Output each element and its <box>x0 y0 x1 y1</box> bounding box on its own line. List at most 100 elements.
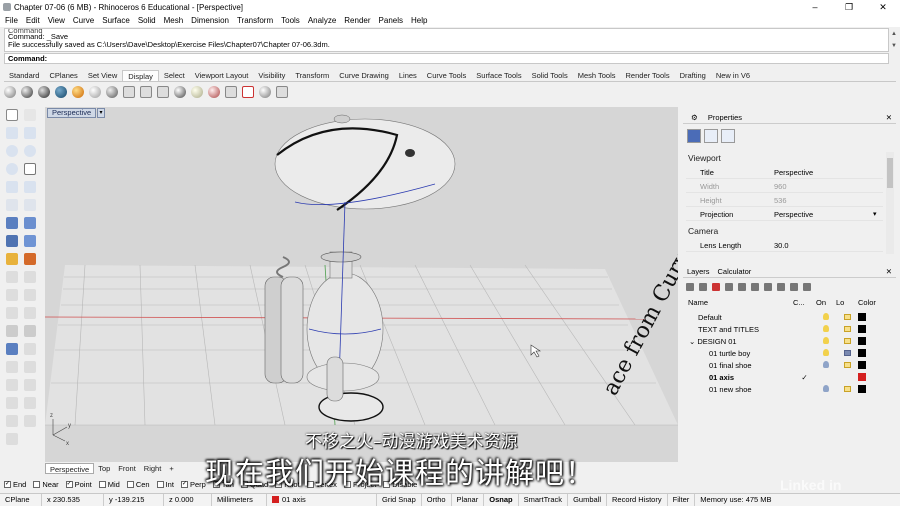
edges-icon[interactable] <box>225 85 237 98</box>
close-panel-icon[interactable]: ✕ <box>882 267 896 276</box>
menu-help[interactable]: Help <box>411 16 427 25</box>
join-icon[interactable] <box>6 325 18 337</box>
perspective-viewport[interactable]: ace from Curve Network y z x Perspective… <box>45 107 678 462</box>
menu-view[interactable]: View <box>48 16 65 25</box>
menu-surface[interactable]: Surface <box>102 16 130 25</box>
offset-icon[interactable] <box>24 361 36 373</box>
current-layer-check-icon[interactable]: ✓ <box>793 373 816 382</box>
lock-icon[interactable] <box>843 361 851 368</box>
tab-lines[interactable]: Lines <box>394 70 422 81</box>
tab-drafting[interactable]: Drafting <box>675 70 711 81</box>
osnap-checkbox[interactable] <box>126 481 134 488</box>
tab-curve-drawing[interactable]: Curve Drawing <box>334 70 394 81</box>
layer-color-swatch[interactable] <box>858 361 866 369</box>
menu-file[interactable]: File <box>5 16 18 25</box>
color-sphere-icon[interactable] <box>208 85 220 98</box>
tab-standard[interactable]: Standard <box>4 70 44 81</box>
osnap-checkbox[interactable]: ✓ <box>180 481 188 488</box>
col-lock[interactable]: Lo <box>836 298 858 307</box>
surface-corner-icon[interactable] <box>6 199 18 211</box>
layer-row-01-new-shoe[interactable]: 01 new shoe <box>686 383 886 395</box>
menu-mesh[interactable]: Mesh <box>164 16 184 25</box>
explode-icon[interactable] <box>24 325 36 337</box>
menu-panels[interactable]: Panels <box>379 16 403 25</box>
viewport-tab-right[interactable]: Right <box>140 463 166 474</box>
array-icon[interactable] <box>24 307 36 319</box>
layer-row-01-turtle-boy[interactable]: 01 turtle boy <box>686 347 886 359</box>
delete-layer-icon[interactable] <box>712 283 720 291</box>
fillet-icon[interactable] <box>6 379 18 391</box>
col-current[interactable]: C... <box>793 298 816 307</box>
maximize-button[interactable]: ❐ <box>832 2 866 13</box>
check-icon[interactable] <box>24 397 36 409</box>
mesh-icon[interactable] <box>6 253 18 265</box>
lock-icon[interactable] <box>843 337 851 344</box>
menu-analyze[interactable]: Analyze <box>308 16 336 25</box>
pen-sphere-icon[interactable] <box>89 85 101 98</box>
dimension-icon[interactable] <box>24 271 36 283</box>
close-panel-icon[interactable]: ✕ <box>882 113 896 122</box>
viewport-title[interactable]: Perspective <box>47 108 97 118</box>
status-units[interactable]: Millimeters <box>212 493 267 506</box>
chevron-down-icon[interactable]: ▾ <box>873 210 883 218</box>
tab-display[interactable]: Display <box>122 70 159 81</box>
layer-color-swatch[interactable] <box>858 337 866 345</box>
menu-curve[interactable]: Curve <box>73 16 94 25</box>
technical-sphere-icon[interactable] <box>106 85 118 98</box>
polyline-icon[interactable] <box>6 127 18 139</box>
curve-icon[interactable] <box>24 127 36 139</box>
status-current-layer[interactable]: 01 axis <box>267 493 377 506</box>
col-color[interactable]: Color <box>858 298 876 307</box>
osnap-checkbox[interactable] <box>156 481 164 488</box>
new-layer-icon[interactable] <box>686 283 694 291</box>
render-icon[interactable] <box>24 415 36 427</box>
rotate-icon[interactable] <box>6 289 18 301</box>
chamfer-icon[interactable] <box>24 379 36 391</box>
arc-icon[interactable] <box>24 145 36 157</box>
solid-sphere-icon[interactable] <box>6 235 18 247</box>
layer-row-text-and-titles[interactable]: TEXT and TITLES <box>686 323 886 335</box>
tab-surface-tools[interactable]: Surface Tools <box>471 70 526 81</box>
select-arrow-icon[interactable] <box>6 109 18 121</box>
trim-icon[interactable] <box>24 343 36 355</box>
layer-settings-icon[interactable] <box>803 283 811 291</box>
osnap-mid[interactable]: Mid <box>98 480 120 489</box>
tab-viewport-layout[interactable]: Viewport Layout <box>190 70 254 81</box>
filter-icon[interactable] <box>764 283 772 291</box>
xray-icon[interactable] <box>123 85 135 98</box>
bulb-icon[interactable] <box>823 324 829 332</box>
minimize-button[interactable]: – <box>798 2 832 12</box>
tools-icon[interactable] <box>790 283 798 291</box>
lights-icon[interactable] <box>191 85 203 98</box>
lock-icon[interactable] <box>843 325 851 332</box>
properties-panel-tab[interactable]: ⚙ Properties <box>683 113 750 122</box>
wireframe-sphere-icon[interactable] <box>4 85 16 98</box>
tab-mesh-tools[interactable]: Mesh Tools <box>573 70 621 81</box>
layer-color-swatch[interactable] <box>858 325 866 333</box>
tab-solid-tools[interactable]: Solid Tools <box>527 70 573 81</box>
menu-solid[interactable]: Solid <box>138 16 156 25</box>
col-on[interactable]: On <box>816 298 836 307</box>
viewport-tab-front[interactable]: Front <box>114 463 140 474</box>
toggle-filter[interactable]: Filter <box>668 493 696 506</box>
move-down-icon[interactable] <box>738 283 746 291</box>
layer-color-swatch[interactable] <box>858 349 866 357</box>
artistic-sphere-icon[interactable] <box>72 85 84 98</box>
viewport-tab-top[interactable]: Top <box>94 463 114 474</box>
layer-color-swatch[interactable] <box>858 373 866 381</box>
mesh-tools-icon[interactable] <box>24 253 36 265</box>
tab-new-in-v6[interactable]: New in V6 <box>711 70 755 81</box>
toggle-planar[interactable]: Planar <box>452 493 485 506</box>
scale-icon[interactable] <box>24 289 36 301</box>
close-button[interactable]: ✕ <box>866 2 900 13</box>
move-up-icon[interactable] <box>725 283 733 291</box>
layer-row-01-axis[interactable]: 01 axis ✓ <box>686 371 886 383</box>
lens-length-field[interactable]: 30.0 <box>772 241 883 250</box>
osnap-perp[interactable]: ✓ Perp <box>180 480 206 489</box>
bulb-icon[interactable] <box>823 360 829 368</box>
menu-dimension[interactable]: Dimension <box>191 16 229 25</box>
ghosted-sphere-icon[interactable] <box>55 85 67 98</box>
toggle-smarttrack[interactable]: SmartTrack <box>519 493 569 506</box>
layers-tab[interactable]: Layers <box>683 267 714 276</box>
lock-closed-icon[interactable] <box>843 349 851 356</box>
